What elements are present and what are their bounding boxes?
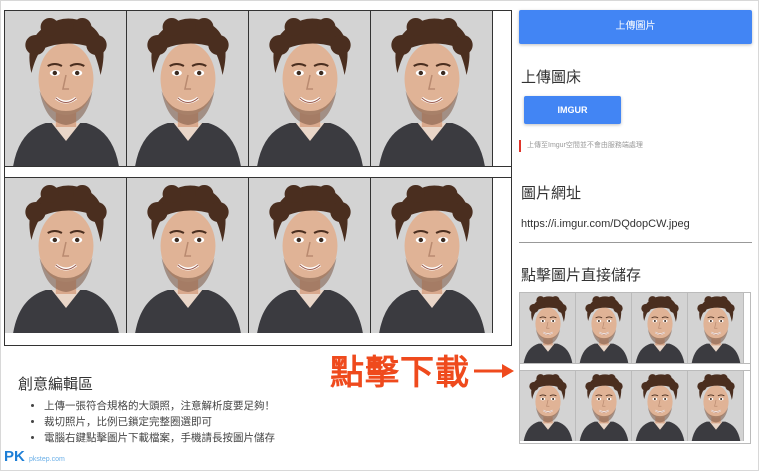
image-url-title: 圖片網址 [521, 185, 582, 202]
creative-edit-title: 創意編輯區 [18, 376, 94, 393]
portrait-photo [632, 293, 688, 363]
portrait-photo [520, 371, 576, 441]
portrait-photo [371, 11, 493, 166]
portrait-photo [249, 11, 371, 166]
portrait-photo [127, 11, 249, 166]
sheet-margin [493, 11, 511, 166]
portrait-photo [127, 178, 249, 333]
download-annotation: 點擊下載 [330, 354, 470, 392]
sheet-margin [493, 178, 511, 333]
imgur-button[interactable]: IMGUR [524, 96, 621, 124]
photo-sheet[interactable] [4, 10, 512, 346]
upload-image-button[interactable]: 上傳圖片 [519, 10, 752, 44]
portrait-photo [5, 11, 127, 166]
tip-item: 上傳一張符合規格的大頭照，注意解析度要足夠！ [44, 398, 275, 414]
url-underline [519, 242, 752, 243]
preview-row [520, 293, 750, 363]
image-host-title: 上傳圖床 [521, 69, 582, 86]
tips-list: 上傳一張符合規格的大頭照，注意解析度要足夠！ 裁切照片，比例已鎖定完整圈選即可 … [26, 398, 275, 446]
imgur-notice: 上傳至Imgur空間並不會由服務端處理 [519, 140, 643, 152]
arrow-right-icon [474, 364, 514, 378]
preview-row-gap [520, 363, 750, 371]
watermark-text: PK [4, 448, 25, 465]
photo-row [5, 11, 511, 166]
portrait-photo [688, 371, 744, 441]
portrait-photo [520, 293, 576, 363]
tip-item: 電腦右鍵點擊圖片下載檔案，手機請長按圖片儲存 [44, 430, 275, 446]
portrait-photo [576, 293, 632, 363]
portrait-photo [249, 178, 371, 333]
portrait-photo [632, 371, 688, 441]
watermark-logo: PK pkstep.com [4, 448, 65, 465]
portrait-photo [5, 178, 127, 333]
photo-row [5, 178, 511, 333]
portrait-photo [371, 178, 493, 333]
preview-row [520, 371, 750, 441]
save-title: 點擊圖片直接儲存 [521, 267, 642, 284]
image-url-field[interactable]: https://i.imgur.com/DQdopCW.jpeg [521, 218, 690, 230]
tip-item: 裁切照片，比例已鎖定完整圈選即可 [44, 414, 275, 430]
preview-image[interactable] [519, 292, 751, 444]
portrait-photo [688, 293, 744, 363]
portrait-photo [576, 371, 632, 441]
watermark-subtext: pkstep.com [29, 456, 65, 463]
row-gap [5, 166, 511, 178]
